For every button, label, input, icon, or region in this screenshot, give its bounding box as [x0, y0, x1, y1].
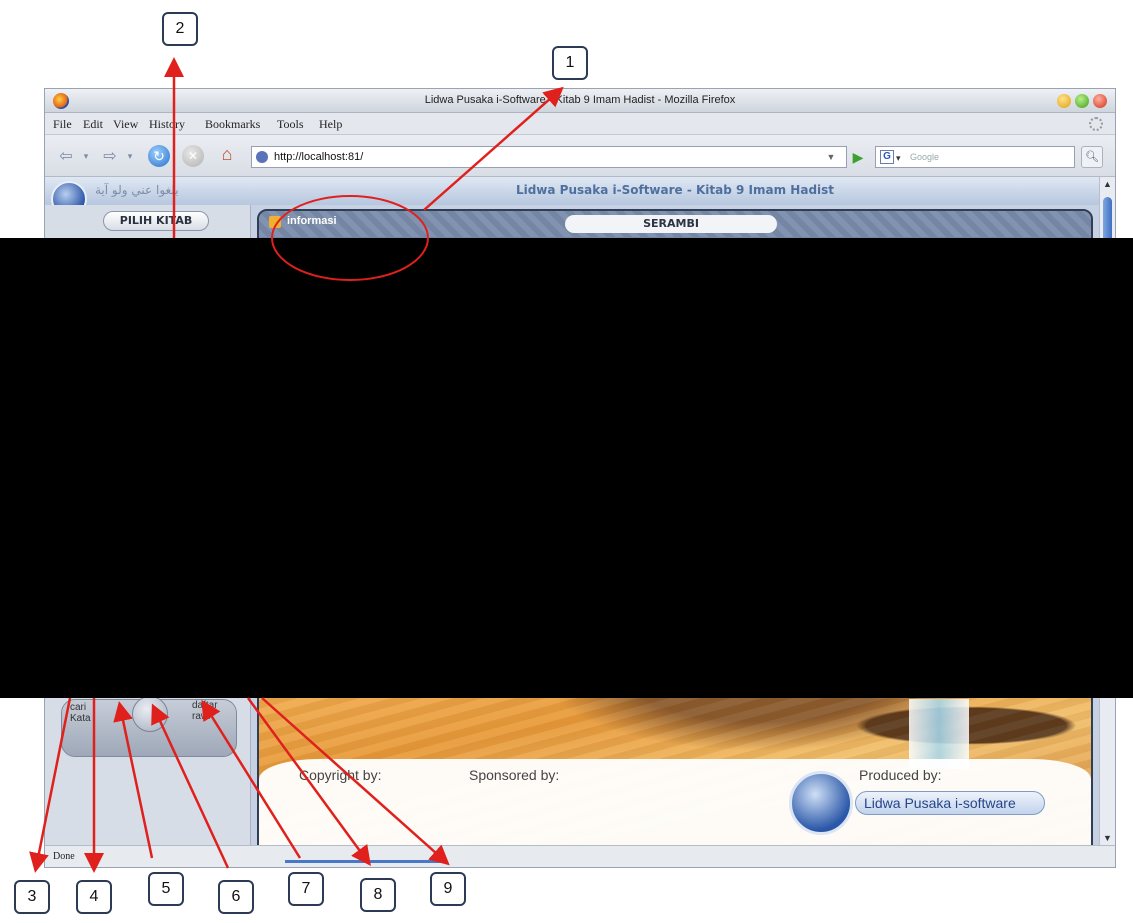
forward-arrow-icon: ⇨ — [103, 148, 117, 165]
forward-history-dropdown[interactable]: ▾ — [123, 145, 137, 167]
forward-button[interactable]: ⇨ — [97, 145, 123, 167]
reload-button[interactable]: ↻ — [148, 145, 170, 167]
home-button[interactable]: ⌂ — [215, 144, 239, 166]
status-text: Done — [53, 851, 75, 862]
center-nav-button[interactable] — [132, 696, 168, 732]
window-controls — [1057, 94, 1107, 108]
menu-bookmarks[interactable]: Bookmarks — [205, 117, 260, 132]
scroll-down-icon[interactable]: ▼ — [1102, 833, 1113, 843]
back-arrow-icon: ⇦ — [59, 148, 73, 165]
daftar-rawi-button[interactable]: daftar rawi — [192, 700, 218, 722]
site-header: بلغوا عني ولو آية Lidwa Pusaka i-Softwar… — [45, 177, 1101, 205]
search-bar[interactable]: G ▾ Google — [875, 146, 1075, 168]
site-title: Lidwa Pusaka i-Software - Kitab 9 Imam H… — [515, 183, 835, 197]
google-engine-icon[interactable]: G — [880, 150, 894, 164]
go-button[interactable]: ▶ — [849, 148, 867, 166]
engine-dropdown-icon[interactable]: ▾ — [896, 148, 901, 168]
panel-header: informasi SERAMBI — [259, 211, 1091, 237]
url-text: http://localhost:81/ — [274, 151, 364, 163]
copyright-label: Copyright by: — [299, 767, 382, 783]
callout-2: 2 — [162, 12, 198, 46]
lidwa-badge[interactable]: Lidwa Pusaka i-software — [855, 791, 1045, 815]
cari-kata-button[interactable]: cari Kata — [70, 702, 91, 724]
menu-bar: File Edit View History Bookmarks Tools H… — [45, 113, 1115, 135]
site-favicon-icon — [256, 151, 268, 163]
back-history-dropdown[interactable]: ▾ — [79, 145, 93, 167]
back-button[interactable]: ⇦ — [53, 145, 79, 167]
stop-button[interactable]: ✕ — [182, 145, 204, 167]
search-placeholder: Google — [910, 152, 940, 162]
callout-4: 4 — [76, 880, 112, 914]
scroll-up-icon[interactable]: ▲ — [1102, 179, 1113, 189]
navigation-toolbar: ⇦ ▾ ⇨ ▾ ↻ ✕ ⌂ http://localhost:81/ ▼ ▶ G… — [45, 135, 1115, 177]
callout-7: 7 — [288, 872, 324, 906]
sidebar-nav-pad: cari Kata daftar rawi — [61, 696, 237, 757]
minimize-button[interactable] — [1057, 94, 1071, 108]
redaction-block — [0, 238, 1133, 698]
menu-edit[interactable]: Edit — [83, 117, 103, 132]
callout-1: 1 — [552, 46, 588, 80]
maximize-button[interactable] — [1075, 94, 1089, 108]
produced-label: Produced by: — [859, 767, 942, 783]
menu-history[interactable]: History — [149, 117, 185, 132]
menu-tools[interactable]: Tools — [277, 117, 304, 132]
title-bar: Lidwa Pusaka i-Software - Kitab 9 Imam H… — [45, 89, 1115, 113]
status-bar: Done — [45, 845, 1115, 867]
menu-help[interactable]: Help — [319, 117, 342, 132]
callout-3: 3 — [14, 880, 50, 914]
callout-8: 8 — [360, 878, 396, 912]
sponsored-label: Sponsored by: — [469, 767, 560, 783]
progress-line — [285, 860, 445, 863]
throbber-icon — [1089, 117, 1103, 131]
url-bar[interactable]: http://localhost:81/ — [251, 146, 847, 168]
arabic-motto: بلغوا عني ولو آية — [95, 183, 179, 197]
pilih-kitab-button[interactable]: PILIH KITAB — [103, 211, 209, 231]
menu-view[interactable]: View — [113, 117, 138, 132]
close-button[interactable] — [1093, 94, 1107, 108]
callout-6: 6 — [218, 880, 254, 914]
url-dropdown-button[interactable]: ▼ — [823, 148, 839, 166]
lidwa-logo — [789, 771, 853, 835]
serambi-title: SERAMBI — [565, 215, 777, 233]
informasi-tab[interactable]: informasi — [269, 215, 337, 228]
callout-9: 9 — [430, 872, 466, 906]
callout-5: 5 — [148, 872, 184, 906]
window-title: Lidwa Pusaka i-Software - Kitab 9 Imam H… — [424, 94, 736, 106]
menu-file[interactable]: File — [53, 117, 72, 132]
search-button[interactable]: 🔍︎ — [1081, 146, 1103, 168]
